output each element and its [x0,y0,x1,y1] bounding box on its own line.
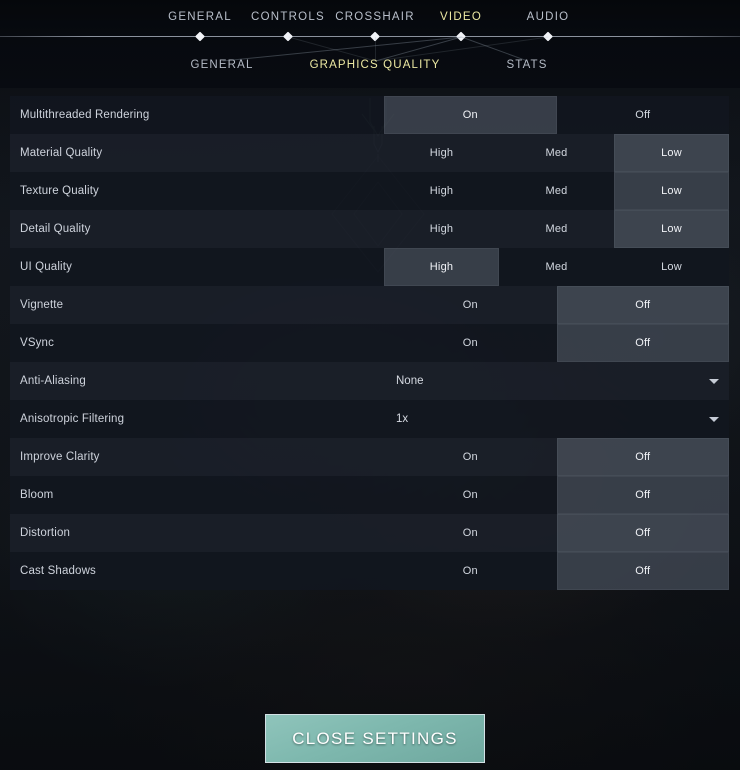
segment-option-selected[interactable]: On [384,96,557,134]
leader-line-0 [222,36,462,62]
setting-label: Texture Quality [20,185,99,197]
setting-row: Multithreaded Rendering On Off [10,96,729,134]
close-settings-label: CLOSE SETTINGS [292,728,458,748]
close-settings-button[interactable]: CLOSE SETTINGS [265,714,485,763]
segmented-control: On Off [384,438,729,476]
segmented-control: High Med Low [384,248,729,286]
tab-controls[interactable]: CONTROLS [251,11,325,23]
setting-label: VSync [20,337,54,349]
segment-option[interactable]: Med [499,210,614,248]
subtab-stats[interactable]: STATS [506,59,547,71]
setting-row: Detail Quality High Med Low [10,210,729,248]
segment-option[interactable]: On [384,438,557,476]
tab-crosshair[interactable]: CROSSHAIR [335,11,415,23]
segment-option-selected[interactable]: High [384,248,499,286]
setting-label: Vignette [20,299,64,311]
setting-label: Improve Clarity [20,451,100,463]
segment-option[interactable]: High [384,172,499,210]
setting-label: Cast Shadows [20,565,96,577]
segment-option-selected[interactable]: Low [614,134,729,172]
segmented-control: On Off [384,324,729,362]
segment-option[interactable]: Med [499,172,614,210]
setting-row: Material Quality High Med Low [10,134,729,172]
segment-option-selected[interactable]: Off [556,438,729,476]
segmented-control: On Off [384,476,729,514]
segment-option[interactable]: Med [499,248,614,286]
segment-option[interactable]: High [384,210,499,248]
segment-option-selected[interactable]: Off [556,286,729,324]
setting-label: Anisotropic Filtering [20,413,125,425]
setting-label: Anti-Aliasing [20,375,86,387]
tab-node-general-icon [195,31,205,42]
setting-label: Material Quality [20,147,103,159]
segment-option[interactable]: On [384,476,557,514]
tab-general[interactable]: GENERAL [168,11,232,23]
segment-option[interactable]: Med [499,134,614,172]
segment-option[interactable]: On [384,286,557,324]
setting-row: Cast Shadows On Off [10,552,729,590]
leader-line-decor-0 [288,36,376,62]
setting-row: Distortion On Off [10,514,729,552]
segmented-control: On Off [384,96,729,134]
subtab-general[interactable]: GENERAL [190,59,253,71]
setting-row: Bloom On Off [10,476,729,514]
setting-row: Improve Clarity On Off [10,438,729,476]
segment-option[interactable]: High [384,134,499,172]
segment-option[interactable]: On [384,514,557,552]
segment-option[interactable]: On [384,552,557,590]
dropdown-value: None [396,375,424,387]
segment-option-selected[interactable]: Off [556,324,729,362]
segmented-control: On Off [384,552,729,590]
dropdown-control[interactable]: 1x [384,400,729,438]
leader-line-decor-1 [375,37,376,61]
setting-label: Multithreaded Rendering [20,109,150,121]
segment-option-selected[interactable]: Off [556,514,729,552]
segment-option[interactable]: Low [614,248,729,286]
subtab-graphics-quality[interactable]: GRAPHICS QUALITY [310,59,441,71]
setting-row: Vignette On Off [10,286,729,324]
dropdown-control[interactable]: None [384,362,729,400]
settings-header: GENERAL CONTROLS CROSSHAIR VIDEO AUDIO GENER… [0,0,740,88]
tab-video[interactable]: VIDEO [440,11,482,23]
segment-option-selected[interactable]: Low [614,172,729,210]
segment-option[interactable]: On [384,324,557,362]
tab-audio[interactable]: AUDIO [527,11,570,23]
setting-label: Distortion [20,527,71,539]
segment-option-selected[interactable]: Low [614,210,729,248]
segmented-control: High Med Low [384,134,729,172]
setting-row: Anisotropic Filtering 1x [10,400,729,438]
segment-option-selected[interactable]: Off [556,552,729,590]
sub-tab-bar: GENERAL GRAPHICS QUALITY STATS [0,59,740,75]
segment-option[interactable]: Off [557,96,730,134]
setting-row: Texture Quality High Med Low [10,172,729,210]
segmented-control: On Off [384,514,729,552]
setting-label: Bloom [20,489,54,501]
chevron-down-icon[interactable] [709,417,719,422]
setting-row: VSync On Off [10,324,729,362]
segmented-control: High Med Low [384,210,729,248]
setting-label: Detail Quality [20,223,91,235]
segment-option-selected[interactable]: Off [556,476,729,514]
segmented-control: High Med Low [384,172,729,210]
dropdown-value: 1x [396,413,409,425]
chevron-down-icon[interactable] [709,379,719,384]
graphics-quality-settings-panel: Multithreaded Rendering On Off Material Qua… [10,96,729,590]
setting-row: Anti-Aliasing None [10,362,729,400]
setting-label: UI Quality [20,261,72,273]
setting-row: UI Quality High Med Low [10,248,729,286]
segmented-control: On Off [384,286,729,324]
main-tab-bar: GENERAL CONTROLS CROSSHAIR VIDEO AUDIO [0,11,740,27]
